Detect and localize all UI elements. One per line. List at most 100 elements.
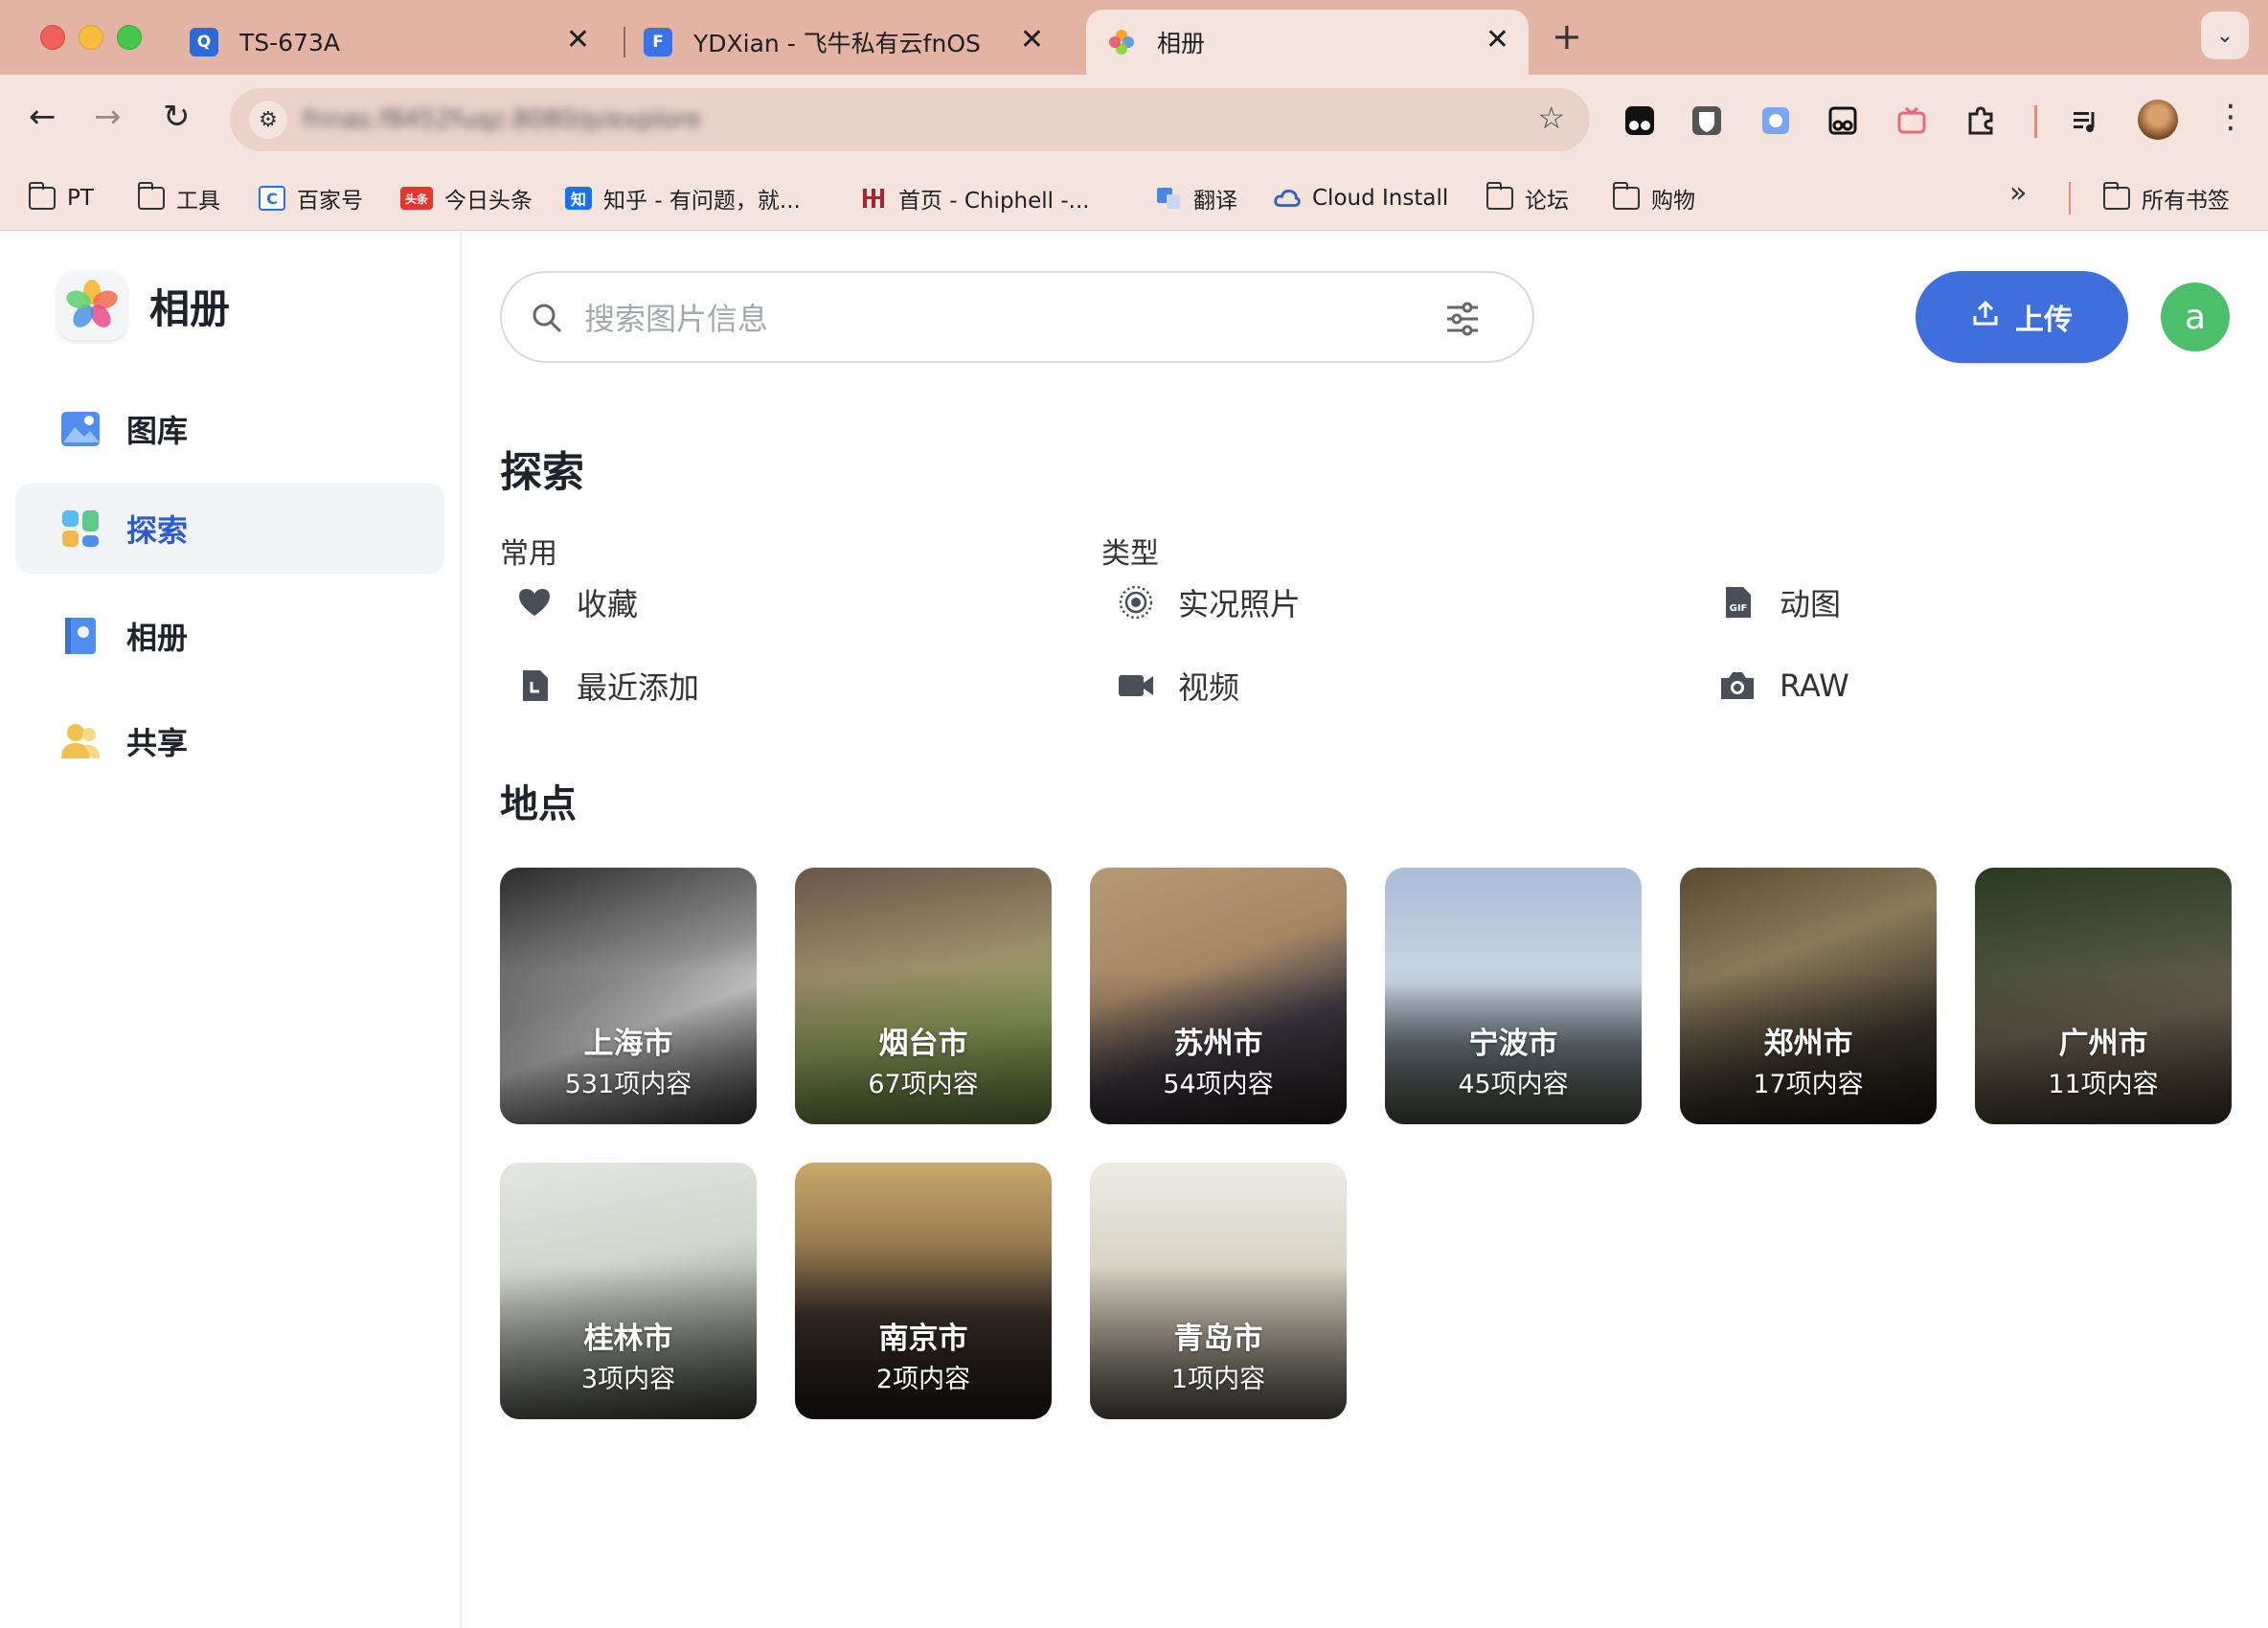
main-content: 上传 a 探索 常用 类型 收藏 最近添加 — [462, 231, 2268, 1628]
filter-sliders-icon[interactable] — [1444, 302, 1481, 340]
sidebar-item-label: 探索 — [126, 512, 189, 549]
place-card-qingdao[interactable]: 青岛市 1项内容 — [1090, 1163, 1347, 1419]
bookmark-zhihu[interactable]: 知 知乎 - 有问题，就... — [565, 167, 801, 230]
category-video[interactable]: 视频 — [1117, 659, 1239, 712]
category-label: RAW — [1780, 667, 1849, 704]
category-live-photo[interactable]: 实况照片 — [1117, 576, 1301, 629]
bookmark-shopping[interactable]: 购物 — [1613, 167, 1695, 230]
bookmark-all[interactable]: 所有书签 — [2103, 167, 2230, 230]
zhihu-icon: 知 — [565, 187, 592, 210]
place-count: 531项内容 — [564, 1070, 692, 1099]
place-card-guangzhou[interactable]: 广州市 11项内容 — [1975, 868, 2232, 1124]
user-avatar[interactable]: a — [2161, 283, 2230, 351]
upload-button[interactable]: 上传 — [1916, 271, 2128, 363]
place-card-suzhou[interactable]: 苏州市 54项内容 — [1090, 868, 1347, 1124]
place-name: 桂林市 — [583, 1322, 673, 1356]
profile-avatar-icon[interactable] — [2138, 100, 2178, 140]
sidebar: 相册 图库 探索 相册 共享 — [0, 231, 462, 1628]
baijiahao-icon: C — [259, 186, 285, 211]
place-count: 17项内容 — [1753, 1070, 1864, 1099]
bookmark-label: Cloud Install — [1312, 186, 1449, 211]
fnos-icon: F — [644, 28, 672, 57]
place-card-nanjing[interactable]: 南京市 2项内容 — [795, 1163, 1052, 1419]
bookmark-label: 知乎 - 有问题，就... — [603, 189, 801, 214]
tab-search-button[interactable]: ⌄ — [2201, 11, 2249, 59]
place-count: 54项内容 — [1163, 1070, 1274, 1099]
bookmark-pt[interactable]: PT — [29, 167, 94, 230]
tab-close-icon[interactable]: ✕ — [1486, 23, 1509, 57]
tab-photos-active[interactable]: 相册 ✕ — [1086, 10, 1529, 75]
place-card-zhengzhou[interactable]: 郑州市 17项内容 — [1680, 868, 1937, 1124]
url-text[interactable]: fnnas.f8452fuqz.8080/p/explore — [303, 103, 973, 136]
place-name: 苏州市 — [1173, 1027, 1263, 1061]
minimize-window-button[interactable] — [79, 25, 103, 50]
category-recent[interactable]: 最近添加 — [515, 659, 699, 712]
bookmarks-overflow-icon[interactable]: » — [2009, 176, 2027, 210]
tab-ts673a[interactable]: Q TS-673A ✕ — [169, 10, 609, 75]
bookmark-baijiahao[interactable]: C 百家号 — [259, 167, 363, 230]
place-count: 3项内容 — [580, 1365, 676, 1394]
category-raw[interactable]: RAW — [1718, 659, 1849, 712]
upload-label: 上传 — [2015, 304, 2073, 337]
media-controls-icon[interactable] — [2069, 103, 2103, 138]
tune-icon: ⚙ — [259, 107, 278, 132]
toolbar-divider — [2034, 105, 2037, 138]
bookmark-chiphell[interactable]: 首页 - Chiphell -... — [860, 167, 1090, 230]
bookmark-label: 首页 - Chiphell -... — [898, 189, 1090, 214]
photos-logo-icon — [57, 271, 126, 340]
search-icon — [531, 302, 563, 338]
place-card-yantai[interactable]: 烟台市 67项内容 — [795, 868, 1052, 1124]
sidebar-item-share[interactable]: 共享 — [15, 696, 444, 786]
sidebar-item-gallery[interactable]: 图库 — [15, 384, 444, 474]
bookmark-tools[interactable]: 工具 — [138, 167, 220, 230]
sidebar-item-album[interactable]: 相册 — [15, 591, 444, 681]
address-bar[interactable]: ⚙ fnnas.f8452fuqz.8080/p/explore ☆ — [230, 88, 1590, 151]
common-title: 常用 — [500, 537, 557, 571]
category-label: 视频 — [1178, 669, 1240, 706]
place-count: 2项内容 — [875, 1365, 971, 1394]
extension-tv-icon[interactable] — [1894, 103, 1929, 138]
bookmark-cloud-install[interactable]: Cloud Install — [1274, 167, 1448, 230]
place-card-shanghai[interactable]: 上海市 531项内容 — [500, 868, 757, 1124]
extension-bitwarden-icon[interactable] — [1690, 103, 1724, 138]
extensions-puzzle-icon[interactable] — [1963, 103, 1998, 138]
place-card-ningbo[interactable]: 宁波市 45项内容 — [1385, 868, 1642, 1124]
bookmark-toutiao[interactable]: 头条 今日头条 — [400, 167, 533, 230]
category-favorites[interactable]: 收藏 — [515, 576, 638, 629]
maximize-window-button[interactable] — [117, 25, 142, 50]
category-gif[interactable]: GIF 动图 — [1718, 576, 1841, 629]
place-name: 青岛市 — [1173, 1322, 1263, 1356]
back-button[interactable]: ← — [29, 98, 57, 136]
svg-text:GIF: GIF — [1730, 603, 1748, 614]
reload-button[interactable]: ↻ — [163, 98, 191, 136]
tab-close-icon[interactable]: ✕ — [566, 23, 590, 57]
extension-screenshot-icon[interactable] — [1826, 103, 1860, 138]
close-window-button[interactable] — [40, 25, 65, 50]
bookmark-translate[interactable]: 翻译 — [1155, 167, 1237, 230]
toutiao-icon: 头条 — [400, 187, 433, 210]
forward-button[interactable]: → — [94, 98, 122, 136]
sidebar-item-explore[interactable]: 探索 — [15, 484, 444, 574]
tab-title: TS-673A — [239, 28, 340, 57]
site-info-button[interactable]: ⚙ — [249, 101, 287, 139]
search-input[interactable] — [582, 294, 1410, 344]
bookmark-star-icon[interactable]: ☆ — [1537, 100, 1565, 136]
tab-strip: Q TS-673A ✕ F YDXian - 飞牛私有云fnOS ✕ 相册 ✕ … — [0, 0, 2268, 75]
extension-tampermonkey-icon[interactable] — [1622, 103, 1657, 138]
new-tab-button[interactable]: + — [1552, 15, 1582, 57]
bookmark-forum[interactable]: 论坛 — [1486, 167, 1569, 230]
more-menu-icon[interactable]: ⋮ — [2214, 98, 2247, 136]
bookmark-label: 今日头条 — [444, 189, 533, 214]
live-photo-icon — [1117, 583, 1155, 622]
chiphell-icon — [860, 187, 887, 210]
bookmark-label: 翻译 — [1193, 189, 1237, 214]
chevron-down-icon: ⌄ — [2215, 23, 2234, 48]
search-bar[interactable] — [500, 271, 1534, 363]
extension-translate-icon[interactable] — [1758, 103, 1793, 138]
heart-icon — [515, 583, 554, 622]
place-card-guilin[interactable]: 桂林市 3项内容 — [500, 1163, 757, 1419]
upload-icon — [1971, 299, 2000, 335]
place-name: 烟台市 — [878, 1027, 968, 1061]
tab-fnos[interactable]: F YDXian - 飞牛私有云fnOS ✕ — [623, 10, 1063, 75]
tab-close-icon[interactable]: ✕ — [1020, 23, 1044, 57]
